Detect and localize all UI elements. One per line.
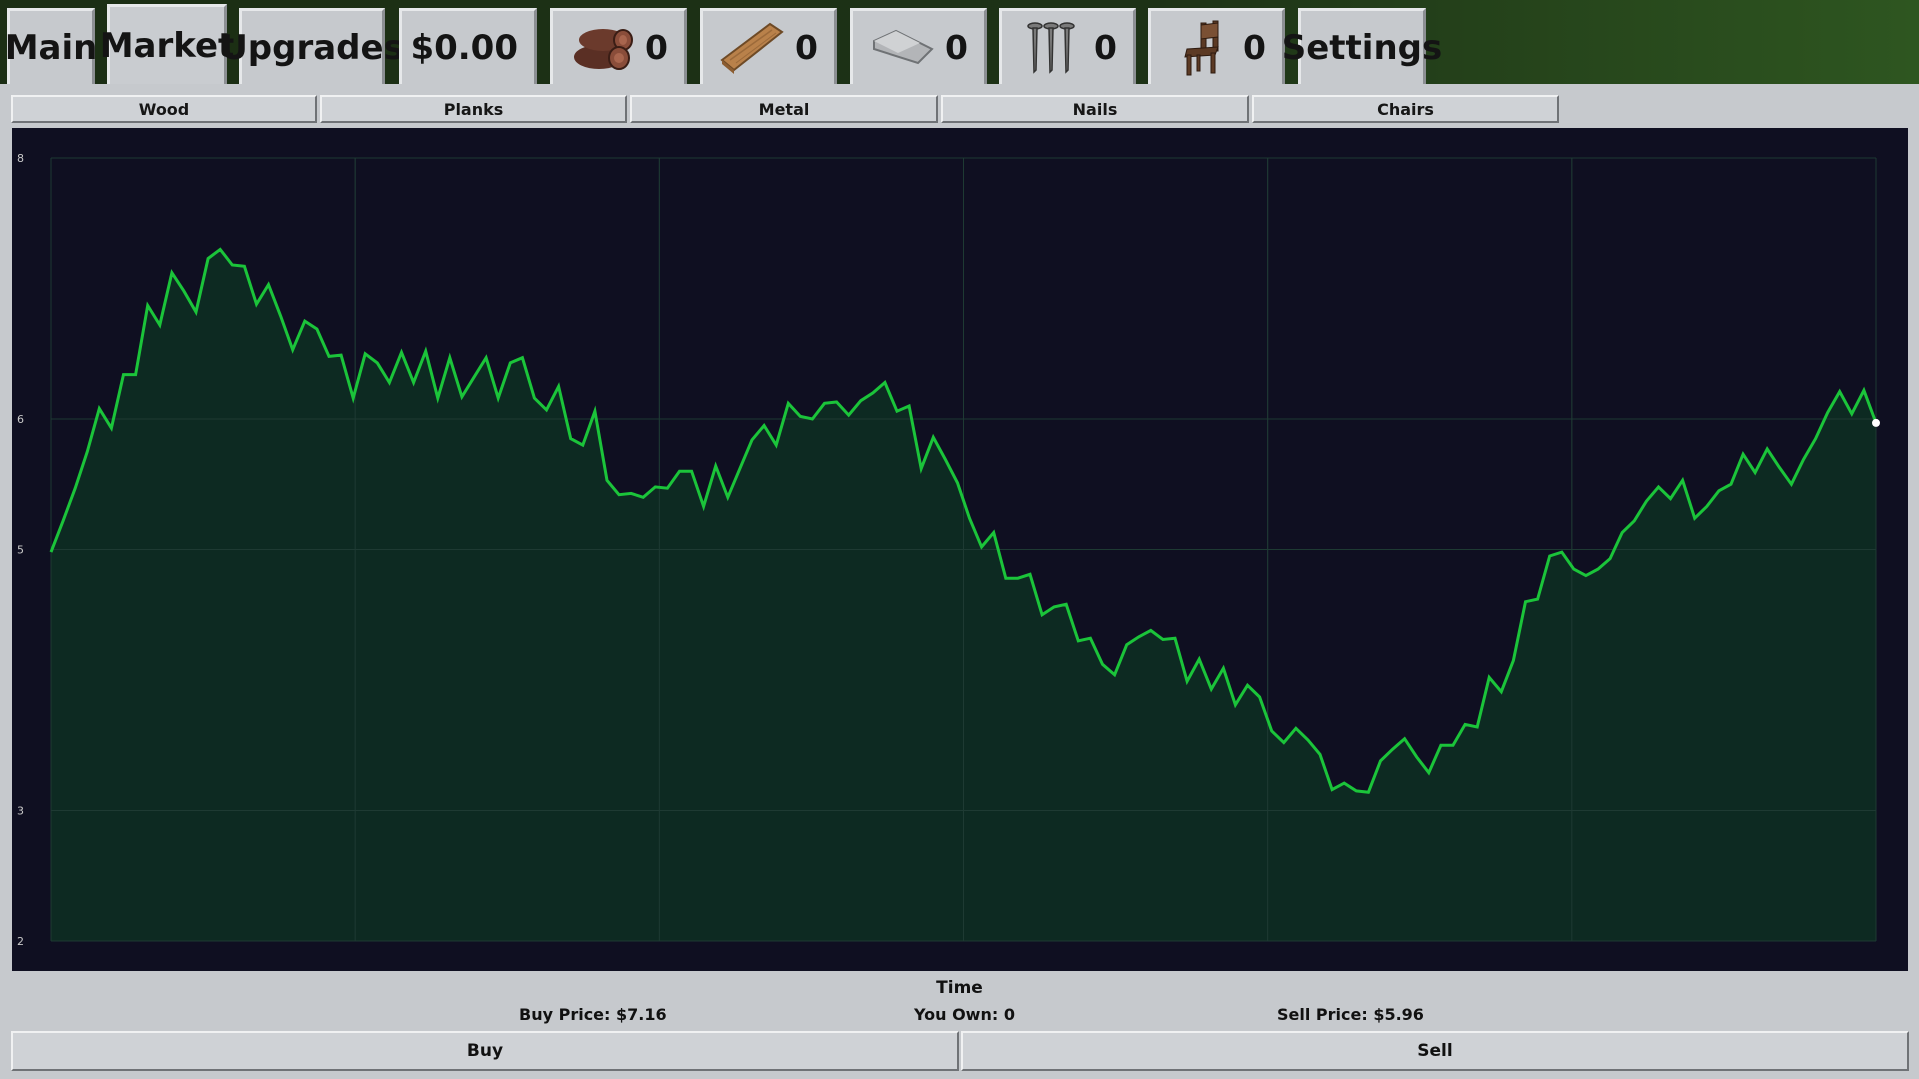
market-tab-chairs[interactable]: Chairs xyxy=(1252,95,1559,123)
price-chart-svg: 2 3 5 6 8 xyxy=(17,152,1880,948)
tab-upgrades[interactable]: Upgrades xyxy=(220,8,404,84)
market-tab-planks[interactable]: Planks xyxy=(320,95,627,123)
buy-button-label: Buy xyxy=(466,1041,504,1061)
resource-planks: 0 xyxy=(700,8,837,84)
chair-icon xyxy=(1165,18,1235,78)
buy-price-text: Buy Price: $7.16 xyxy=(519,1005,667,1024)
plank-icon xyxy=(717,18,787,78)
metal-count: 0 xyxy=(945,28,968,67)
nails-count: 0 xyxy=(1094,28,1117,67)
market-tab-planks-label: Planks xyxy=(443,99,504,119)
market-tab-metal[interactable]: Metal xyxy=(630,95,938,123)
market-tab-chairs-label: Chairs xyxy=(1377,99,1434,119)
tab-market[interactable]: Market xyxy=(100,4,234,84)
resource-metal: 0 xyxy=(850,8,987,84)
current-price-point xyxy=(1872,418,1880,427)
buy-button[interactable]: Buy xyxy=(11,1031,959,1071)
tab-main[interactable]: Main xyxy=(4,8,98,84)
chairs-count: 0 xyxy=(1243,28,1266,67)
wood-count: 0 xyxy=(645,28,668,67)
money-value: $0.00 xyxy=(410,27,518,68)
wood-logs-icon xyxy=(567,18,637,78)
tab-main-label: Main xyxy=(4,27,98,68)
market-tab-wood[interactable]: Wood xyxy=(11,95,317,123)
y-tick-label: 2 xyxy=(17,935,24,948)
sell-button-label: Sell xyxy=(1417,1041,1453,1061)
y-tick-label: 5 xyxy=(17,544,24,557)
y-tick-label: 8 xyxy=(17,152,24,165)
tab-upgrades-label: Upgrades xyxy=(220,27,404,68)
y-tick-label: 3 xyxy=(17,805,24,818)
resource-chairs: 0 xyxy=(1148,8,1285,84)
market-tab-wood-label: Wood xyxy=(138,99,190,119)
market-tab-nails[interactable]: Nails xyxy=(941,95,1249,123)
tab-market-label: Market xyxy=(99,25,235,66)
price-chart: 2 3 5 6 8 xyxy=(12,128,1908,971)
you-own-text: You Own: 0 xyxy=(914,1005,1015,1024)
metal-ingot-icon xyxy=(867,18,937,78)
sell-price-text: Sell Price: $5.96 xyxy=(1277,1005,1424,1024)
market-tab-nails-label: Nails xyxy=(1072,99,1118,119)
x-axis-label: Time xyxy=(936,978,983,998)
sell-button[interactable]: Sell xyxy=(961,1031,1909,1071)
market-tab-metal-label: Metal xyxy=(758,99,810,119)
nails-icon xyxy=(1016,18,1086,78)
top-bar: Main Market Upgrades $0.00 0 0 0 0 0 Set… xyxy=(0,0,1919,84)
resource-wood: 0 xyxy=(550,8,687,84)
y-tick-label: 6 xyxy=(17,413,24,426)
resource-nails: 0 xyxy=(999,8,1136,84)
planks-count: 0 xyxy=(795,28,818,67)
tab-settings[interactable]: Settings xyxy=(1282,8,1442,84)
tab-settings-label: Settings xyxy=(1281,27,1443,68)
money-display: $0.00 xyxy=(399,8,537,84)
